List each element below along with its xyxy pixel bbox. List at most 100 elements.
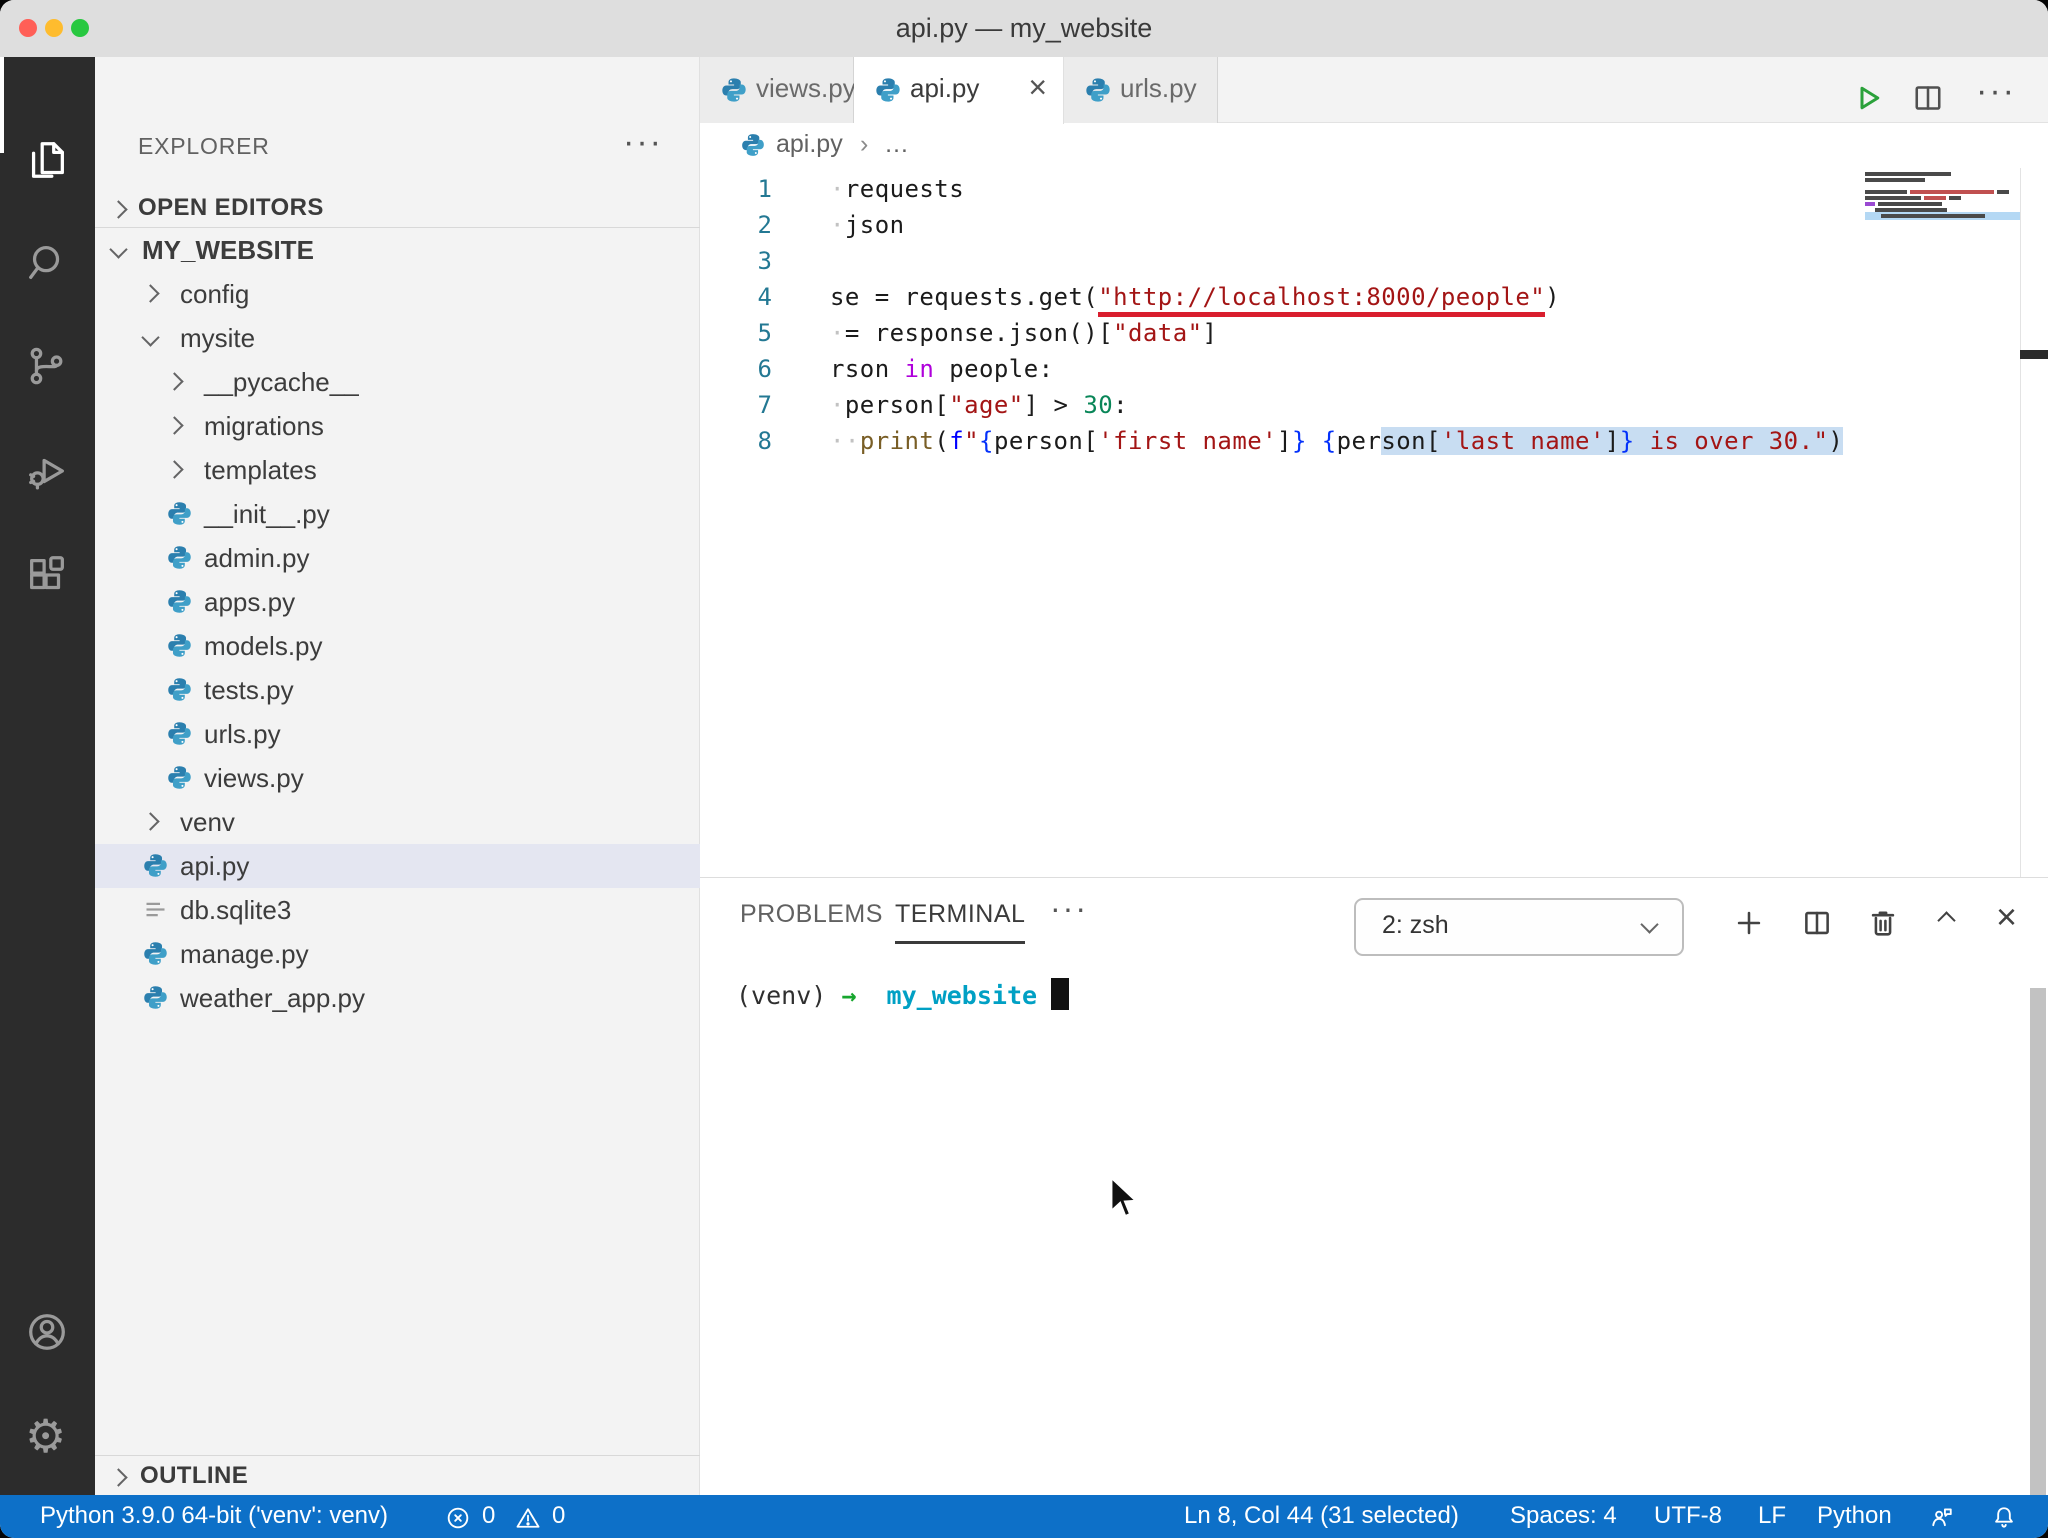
warnings-icon[interactable]: [514, 1504, 542, 1538]
close-panel-icon[interactable]: ×: [1996, 896, 2017, 938]
code-token: json: [845, 211, 905, 239]
open-editors-label: OPEN EDITORS: [138, 194, 324, 222]
code-line-5[interactable]: ·= response.json()["data"]: [830, 315, 1217, 351]
python-file-icon: [166, 500, 193, 527]
python-file-icon: [166, 764, 193, 791]
code-line-1[interactable]: ·requests: [830, 171, 964, 207]
terminal-prompt[interactable]: (venv) → my_website: [736, 978, 1069, 1010]
mouse-cursor: [1108, 1176, 1138, 1220]
cursor-position-status[interactable]: Ln 8, Col 44 (31 selected): [1184, 1502, 1459, 1530]
tree-item-config[interactable]: config: [95, 272, 700, 316]
kill-terminal-trash-icon[interactable]: [1866, 906, 1900, 945]
scrollbar-thumb[interactable]: [2030, 988, 2046, 1495]
tree-item-db.sqlite3[interactable]: db.sqlite3: [95, 888, 700, 932]
search-icon[interactable]: [24, 240, 70, 286]
outline-section[interactable]: OUTLINE: [95, 1455, 700, 1496]
source-control-icon[interactable]: [24, 343, 70, 389]
tree-item-venv[interactable]: venv: [95, 800, 700, 844]
code-line-4[interactable]: se = requests.get("http://localhost:8000…: [830, 279, 1560, 315]
python-interpreter-status[interactable]: Python 3.9.0 64-bit ('venv': venv): [40, 1502, 388, 1530]
tree-item-__init__.py[interactable]: __init__.py: [95, 492, 700, 536]
code-line-8[interactable]: ··print(f"{person['first name']} {person…: [830, 423, 1843, 459]
split-terminal-icon[interactable]: [1800, 906, 1834, 945]
tree-item-views.py[interactable]: views.py: [95, 756, 700, 800]
tree-item-weather_app.py[interactable]: weather_app.py: [95, 976, 700, 1020]
notifications-bell-icon[interactable]: [1990, 1503, 2018, 1538]
code-line-7[interactable]: ·person["age"] > 30:: [830, 387, 1128, 423]
tree-item-migrations[interactable]: migrations: [95, 404, 700, 448]
language-mode-status[interactable]: Python: [1817, 1502, 1892, 1530]
account-icon[interactable]: [24, 1309, 70, 1355]
maximize-panel-chevron-up-icon[interactable]: [1937, 911, 1955, 929]
vscode-window: api.py — my_website ⚙ EXPLORER ··· OPEN …: [0, 0, 2048, 1538]
tree-item-manage.py[interactable]: manage.py: [95, 932, 700, 976]
code-line-2[interactable]: ·json: [830, 207, 905, 243]
tree-item-api.py[interactable]: api.py: [95, 844, 700, 888]
open-editors-section[interactable]: OPEN EDITORS: [95, 192, 700, 228]
sidebar-more-actions-icon[interactable]: ···: [623, 123, 663, 162]
panel-more-actions-icon[interactable]: ···: [1050, 890, 1088, 927]
extensions-icon[interactable]: [24, 552, 70, 598]
tree-item-label: weather_app.py: [180, 983, 365, 1014]
explorer-icon[interactable]: [24, 137, 70, 183]
settings-gear-icon[interactable]: ⚙: [25, 1413, 66, 1459]
editor-tab-urls.py[interactable]: urls.py: [1064, 57, 1218, 123]
editor-tab-api.py[interactable]: api.py ×: [854, 57, 1064, 124]
tab-label: urls.py: [1120, 73, 1197, 104]
code-editor[interactable]: 1·requests2·json34se = requests.get("htt…: [700, 168, 2048, 877]
new-terminal-icon[interactable]: [1732, 906, 1766, 945]
feedback-icon[interactable]: [1928, 1503, 1956, 1538]
warnings-count[interactable]: 0: [552, 1502, 565, 1530]
tree-item-__pycache__[interactable]: __pycache__: [95, 360, 700, 404]
breadcrumb-file[interactable]: api.py: [776, 130, 843, 159]
editor-tab-views.py[interactable]: views.py: [700, 57, 854, 123]
editor-more-actions-icon[interactable]: ···: [1976, 72, 2016, 111]
code-token: ·: [830, 391, 845, 419]
run-debug-icon[interactable]: [24, 448, 70, 494]
errors-icon[interactable]: [444, 1504, 472, 1538]
errors-count[interactable]: 0: [482, 1502, 495, 1530]
line-number: 1: [700, 171, 772, 207]
code-token: = response.json()[: [845, 319, 1113, 347]
breadcrumb[interactable]: api.py › …: [700, 123, 2048, 168]
tree-item-templates[interactable]: templates: [95, 448, 700, 492]
tab-label: api.py: [910, 73, 979, 104]
code-token: is over 30.: [1635, 427, 1814, 455]
tree-item-label: venv: [180, 807, 235, 838]
breadcrumb-more[interactable]: …: [884, 130, 909, 159]
run-python-file-button[interactable]: [1850, 80, 1886, 121]
tree-item-my_website[interactable]: MY_WEBSITE: [95, 228, 700, 272]
chevron-right-icon: [165, 460, 183, 478]
minimap[interactable]: [1865, 172, 2020, 292]
code-token: }: [1620, 427, 1635, 455]
tree-item-apps.py[interactable]: apps.py: [95, 580, 700, 624]
code-line-6[interactable]: rson in people:: [830, 351, 1054, 387]
split-editor-icon[interactable]: [1910, 80, 1946, 121]
encoding-status[interactable]: UTF-8: [1654, 1502, 1722, 1530]
python-file-icon: [720, 76, 748, 104]
tree-item-tests.py[interactable]: tests.py: [95, 668, 700, 712]
tab-terminal[interactable]: TERMINAL: [895, 900, 1025, 944]
code-token: requests: [845, 175, 964, 203]
tree-item-mysite[interactable]: mysite: [95, 316, 700, 360]
python-file-icon: [142, 940, 169, 967]
python-file-icon: [740, 132, 766, 158]
indentation-status[interactable]: Spaces: 4: [1510, 1502, 1617, 1530]
code-token: print: [860, 427, 935, 455]
tree-item-admin.py[interactable]: admin.py: [95, 536, 700, 580]
title-bar[interactable]: api.py — my_website: [0, 0, 2048, 58]
python-file-icon: [166, 676, 193, 703]
chevron-right-icon: [165, 416, 183, 434]
tree-item-models.py[interactable]: models.py: [95, 624, 700, 668]
eol-status[interactable]: LF: [1758, 1502, 1786, 1530]
code-token: ·: [830, 211, 845, 239]
code-token: 'last name': [1441, 427, 1605, 455]
code-token: ): [1545, 283, 1560, 311]
chevron-down-icon: [141, 328, 159, 346]
line-number: 7: [700, 387, 772, 423]
tree-item-urls.py[interactable]: urls.py: [95, 712, 700, 756]
code-token: per: [1337, 427, 1382, 455]
close-tab-icon[interactable]: ×: [1028, 69, 1047, 106]
tab-problems[interactable]: PROBLEMS: [740, 900, 883, 941]
terminal-shell-select[interactable]: 2: zsh: [1354, 898, 1684, 956]
